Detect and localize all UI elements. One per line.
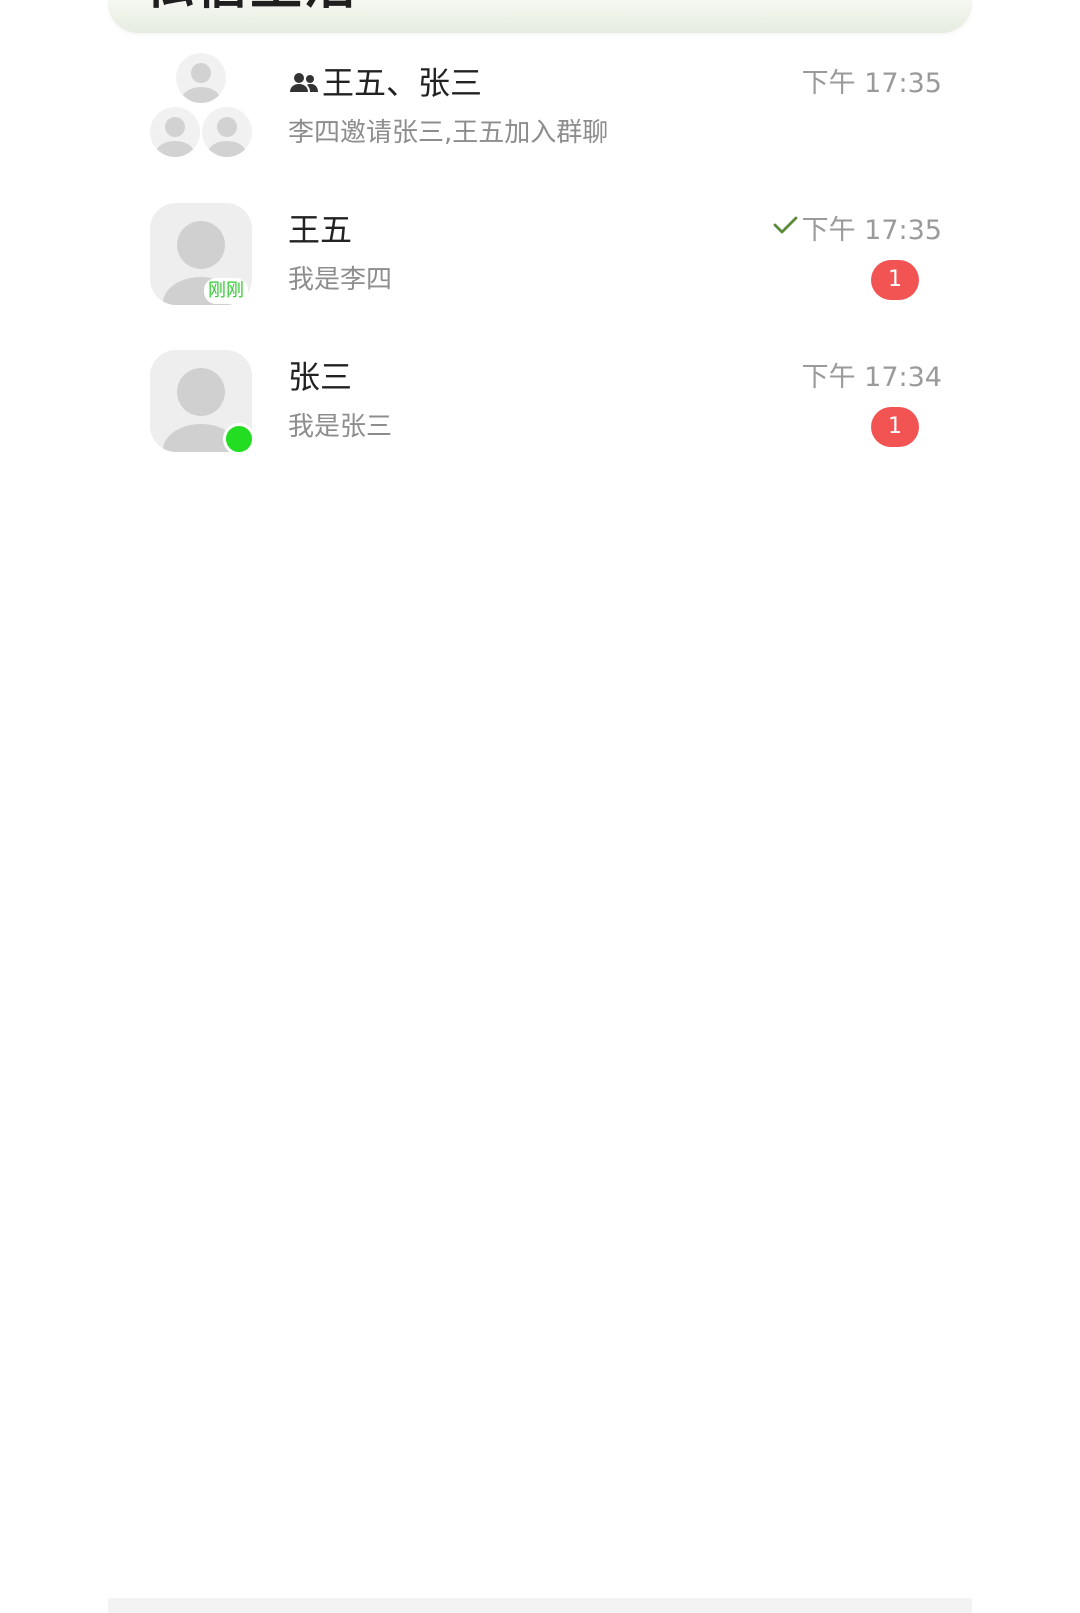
member-avatar-icon bbox=[202, 107, 252, 157]
member-avatar-icon bbox=[150, 107, 200, 157]
chat-preview: 李四邀请张三,王五加入群聊 bbox=[288, 118, 609, 148]
group-avatar bbox=[150, 53, 254, 159]
chat-list-page: 私信生活 bbox=[0, 0, 1080, 1613]
chat-time: 下午 17:34 bbox=[801, 362, 942, 393]
check-icon bbox=[770, 210, 800, 240]
page-title: 私信生活 bbox=[142, 0, 358, 12]
chat-preview: 我是张三 bbox=[288, 412, 393, 442]
last-active-label: 刚刚 bbox=[204, 278, 248, 304]
bottom-bar bbox=[108, 1598, 972, 1613]
header: 私信生活 bbox=[108, 0, 972, 33]
online-status-dot bbox=[223, 423, 255, 455]
chat-list: 王五、张三 李四邀请张三,王五加入群聊 下午 17:35 刚刚 王五 我是李四 … bbox=[108, 33, 972, 474]
chat-name: 王五 bbox=[288, 211, 353, 249]
unread-badge: 1 bbox=[871, 407, 919, 447]
group-icon bbox=[288, 67, 320, 99]
chat-preview: 我是李四 bbox=[288, 265, 393, 295]
unread-badge: 1 bbox=[871, 260, 919, 300]
chat-time: 下午 17:35 bbox=[801, 215, 942, 246]
chat-row-wangwu[interactable]: 刚刚 王五 我是李四 下午 17:35 1 bbox=[108, 180, 972, 327]
chat-row-group[interactable]: 王五、张三 李四邀请张三,王五加入群聊 下午 17:35 bbox=[108, 33, 972, 180]
chat-name: 王五、张三 bbox=[288, 63, 482, 103]
chat-row-zhangsan[interactable]: 张三 我是张三 下午 17:34 1 bbox=[108, 327, 972, 474]
chat-time: 下午 17:35 bbox=[801, 68, 942, 99]
member-avatar-icon bbox=[176, 53, 226, 103]
chat-name-text: 王五、张三 bbox=[322, 64, 483, 102]
chat-name: 张三 bbox=[288, 358, 353, 396]
